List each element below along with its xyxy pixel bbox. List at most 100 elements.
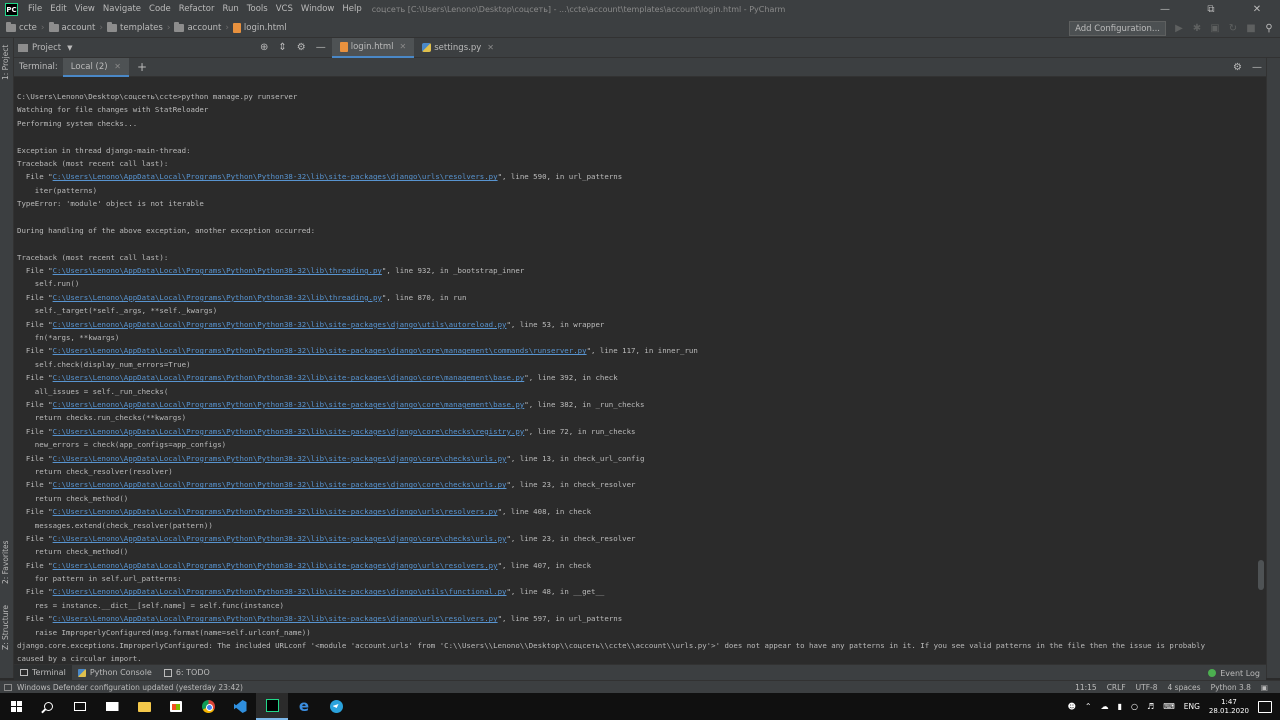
- caret-position[interactable]: 11:15: [1075, 683, 1097, 692]
- terminal-tool-button[interactable]: Terminal: [14, 664, 72, 681]
- file-path-link[interactable]: C:\Users\Lenono\AppData\Local\Programs\P…: [53, 293, 382, 302]
- keyboard-icon[interactable]: ⌨: [1163, 702, 1175, 711]
- terminal-line: all_issues = self._run_checks(: [17, 386, 169, 396]
- terminal-line: File "C:\Users\Lenono\AppData\Local\Prog…: [17, 318, 1266, 331]
- file-path-link[interactable]: C:\Users\Lenono\AppData\Local\Programs\P…: [53, 534, 507, 543]
- close-icon[interactable]: ✕: [400, 42, 407, 51]
- event-log-button[interactable]: Event Log: [1208, 665, 1260, 681]
- coverage-icon[interactable]: ▣: [1210, 23, 1220, 34]
- tab-settings-py[interactable]: settings.py ✕: [414, 38, 502, 58]
- file-path-link[interactable]: C:\Users\Lenono\AppData\Local\Programs\P…: [53, 561, 498, 570]
- file-path-link[interactable]: C:\Users\Lenono\AppData\Local\Programs\P…: [53, 454, 507, 463]
- structure-tool-button[interactable]: Z: Structure: [1, 605, 10, 650]
- project-tool-button[interactable]: 1: Project: [1, 45, 10, 80]
- file-path-link[interactable]: C:\Users\Lenono\AppData\Local\Programs\P…: [53, 346, 587, 355]
- breadcrumb-item[interactable]: ccte: [6, 22, 37, 33]
- project-view-dropdown[interactable]: Project ▼: [14, 43, 260, 53]
- tab-login-html[interactable]: login.html ✕: [331, 37, 415, 58]
- system-clock[interactable]: 1:47 28.01.2020: [1209, 698, 1249, 716]
- file-path-link[interactable]: C:\Users\Lenono\AppData\Local\Programs\P…: [53, 614, 498, 623]
- new-terminal-icon[interactable]: +: [129, 60, 155, 74]
- taskbar-file-explorer[interactable]: [128, 693, 160, 720]
- taskbar-search-button[interactable]: [32, 693, 64, 720]
- people-icon[interactable]: ☻: [1068, 702, 1076, 711]
- line-prefix: File ": [17, 614, 53, 624]
- terminal-session-tab[interactable]: Local (2) ✕: [62, 57, 129, 77]
- indent-setting[interactable]: 4 spaces: [1168, 683, 1201, 692]
- debug-icon[interactable]: ✱: [1192, 23, 1202, 34]
- minimize-icon[interactable]: —: [1142, 0, 1188, 19]
- taskbar-pycharm[interactable]: [256, 693, 288, 720]
- taskbar-chrome[interactable]: [192, 693, 224, 720]
- taskbar-vscode[interactable]: [224, 693, 256, 720]
- menu-run[interactable]: Run: [218, 0, 242, 19]
- menu-vcs[interactable]: VCS: [272, 0, 297, 19]
- gear-icon[interactable]: ⚙: [1233, 62, 1242, 73]
- file-path-link[interactable]: C:\Users\Lenono\AppData\Local\Programs\P…: [53, 587, 507, 596]
- collapse-all-icon[interactable]: ⇕: [278, 42, 286, 53]
- add-configuration-button[interactable]: Add Configuration...: [1069, 21, 1166, 36]
- notification-center-icon[interactable]: [1258, 700, 1272, 713]
- breadcrumb-item[interactable]: account: [174, 22, 221, 33]
- terminal-line: File "C:\Users\Lenono\AppData\Local\Prog…: [17, 344, 1266, 357]
- lock-icon[interactable]: ▣: [1261, 683, 1268, 692]
- menu-code[interactable]: Code: [145, 0, 175, 19]
- taskbar-mail[interactable]: [96, 693, 128, 720]
- file-path-link[interactable]: C:\Users\Lenono\AppData\Local\Programs\P…: [53, 507, 498, 516]
- file-path-link[interactable]: C:\Users\Lenono\AppData\Local\Programs\P…: [53, 480, 507, 489]
- panel-toggle-icon[interactable]: [4, 683, 12, 691]
- file-path-link[interactable]: C:\Users\Lenono\AppData\Local\Programs\P…: [53, 427, 525, 436]
- close-icon[interactable]: ✕: [487, 43, 494, 52]
- close-icon[interactable]: ✕: [114, 62, 121, 71]
- favorites-tool-button[interactable]: 2: Favorites: [1, 540, 10, 584]
- file-encoding[interactable]: UTF-8: [1136, 683, 1158, 692]
- menu-edit[interactable]: Edit: [46, 0, 70, 19]
- python-interpreter[interactable]: Python 3.8: [1211, 683, 1251, 692]
- menu-file[interactable]: File: [24, 0, 46, 19]
- restore-icon[interactable]: ⧉: [1188, 0, 1234, 19]
- taskbar-edge[interactable]: e: [288, 693, 320, 720]
- hide-icon[interactable]: —: [316, 42, 326, 53]
- todo-tool-button[interactable]: 6: TODO: [158, 665, 216, 681]
- chevron-up-icon[interactable]: ⌃: [1085, 702, 1092, 711]
- menu-tools[interactable]: Tools: [243, 0, 272, 19]
- menu-refactor[interactable]: Refactor: [175, 0, 219, 19]
- file-path-link[interactable]: C:\Users\Lenono\AppData\Local\Programs\P…: [53, 400, 525, 409]
- terminal-line: File "C:\Users\Lenono\AppData\Local\Prog…: [17, 478, 1266, 491]
- python-console-tool-button[interactable]: Python Console: [72, 665, 158, 681]
- file-path-link[interactable]: C:\Users\Lenono\AppData\Local\Programs\P…: [53, 266, 382, 275]
- locate-icon[interactable]: ⊕: [260, 42, 268, 53]
- menu-window[interactable]: Window: [297, 0, 339, 19]
- profile-icon[interactable]: ↻: [1228, 23, 1238, 34]
- input-language[interactable]: ENG: [1184, 702, 1200, 711]
- breadcrumb-item[interactable]: templates: [107, 22, 163, 33]
- terminal-scrollbar[interactable]: [1258, 560, 1264, 590]
- close-icon[interactable]: ✕: [1234, 0, 1280, 19]
- volume-icon[interactable]: ♬: [1147, 702, 1154, 711]
- hide-icon[interactable]: —: [1252, 62, 1262, 73]
- gear-icon[interactable]: ⚙: [297, 42, 306, 53]
- taskbar-store[interactable]: [160, 693, 192, 720]
- breadcrumb-item[interactable]: account: [48, 22, 95, 33]
- terminal-line: File "C:\Users\Lenono\AppData\Local\Prog…: [17, 170, 1266, 183]
- menu-view[interactable]: View: [71, 0, 99, 19]
- status-message[interactable]: Windows Defender configuration updated (…: [4, 683, 243, 692]
- menu-help[interactable]: Help: [338, 0, 365, 19]
- search-everywhere-icon[interactable]: ⚲: [1264, 23, 1274, 34]
- breadcrumb-item[interactable]: login.html: [232, 23, 287, 33]
- run-icon[interactable]: ▶: [1174, 23, 1184, 34]
- menu-navigate[interactable]: Navigate: [99, 0, 145, 19]
- cloud-icon[interactable]: ☁: [1101, 702, 1109, 711]
- mail-icon: [105, 702, 119, 711]
- line-separator[interactable]: CRLF: [1107, 683, 1126, 692]
- start-button[interactable]: [0, 693, 32, 720]
- network-icon[interactable]: ○: [1131, 702, 1138, 711]
- taskbar-telegram[interactable]: [320, 693, 352, 720]
- file-path-link[interactable]: C:\Users\Lenono\AppData\Local\Programs\P…: [53, 373, 525, 382]
- file-path-link[interactable]: C:\Users\Lenono\AppData\Local\Programs\P…: [53, 172, 498, 181]
- terminal-output[interactable]: C:\Users\Lenono\Desktop\соцсеть\ccte>pyt…: [14, 77, 1266, 664]
- stop-icon[interactable]: ■: [1246, 23, 1256, 34]
- file-path-link[interactable]: C:\Users\Lenono\AppData\Local\Programs\P…: [53, 320, 507, 329]
- task-view-button[interactable]: [64, 693, 96, 720]
- battery-icon[interactable]: ▮: [1118, 702, 1122, 711]
